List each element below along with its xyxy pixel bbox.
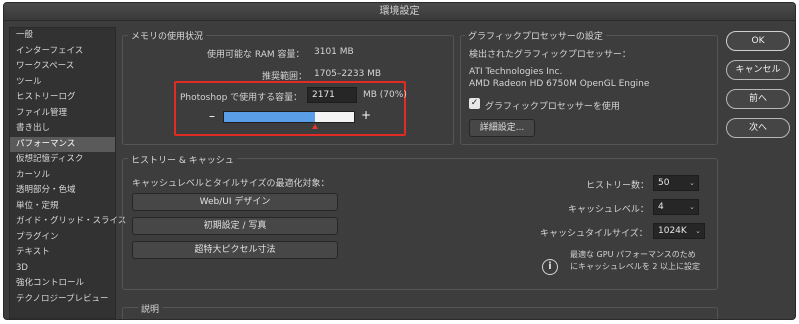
chevron-down-icon: ⌄ xyxy=(689,203,695,211)
cache-tile-size-label: キャッシュタイルサイズ： xyxy=(540,229,648,239)
sidebar-item[interactable]: ツール xyxy=(10,75,115,91)
sidebar-item[interactable]: ガイド・グリッド・スライス xyxy=(10,214,126,230)
memory-use-unit: MB (70%) xyxy=(363,90,407,100)
checkmark-icon[interactable]: ✓ xyxy=(469,98,480,109)
sidebar-item[interactable]: ヒストリーログ xyxy=(10,90,115,106)
gpu-info-line-1: 最適な GPU パフォーマンスのため xyxy=(570,250,696,259)
description-title: 説明 xyxy=(138,302,163,315)
history-states-value: 50 xyxy=(658,178,670,188)
prev-button[interactable]: 前へ xyxy=(726,89,790,109)
gpu-settings-title: グラフィックプロセッサーの設定 xyxy=(465,29,606,42)
memory-slider-handle[interactable] xyxy=(312,124,318,129)
memory-slider-fill xyxy=(224,112,315,122)
photoshop-use-label: Photoshop で使用する容量： xyxy=(180,93,303,103)
sidebar-item[interactable]: インターフェイス xyxy=(10,44,115,60)
memory-use-input[interactable]: 2171 xyxy=(307,87,357,103)
available-ram-value: 3101 MB xyxy=(314,47,354,57)
sidebar-item[interactable]: ワークスペース xyxy=(10,59,115,75)
available-ram-label: 使用可能な RAM 容量： xyxy=(207,50,305,60)
memory-usage-title: メモリの使用状況 xyxy=(128,29,207,42)
sidebar-item[interactable]: 3D xyxy=(10,261,115,277)
ideal-range-value: 1705–2233 MB xyxy=(314,69,382,79)
description-group xyxy=(122,307,718,319)
gpu-detected-label: 検出されたグラフィックプロセッサー： xyxy=(469,50,631,60)
cache-tile-size-select[interactable]: 1024K ⌄ xyxy=(653,223,705,239)
chevron-down-icon: ⌄ xyxy=(695,227,701,235)
next-button[interactable]: 次へ xyxy=(726,118,790,138)
sidebar-item[interactable]: テクノロジープレビュー xyxy=(10,292,115,308)
window-title: 環境設定 xyxy=(4,3,795,21)
cache-levels-value: 4 xyxy=(658,202,664,212)
web-ui-design-button[interactable]: Web/UI デザイン xyxy=(132,193,338,211)
sidebar-item[interactable]: パフォーマンス xyxy=(10,136,115,152)
sidebar-item[interactable]: 単位・定規 xyxy=(10,199,115,215)
sidebar-item[interactable]: プラグイン xyxy=(10,230,115,246)
history-states-select[interactable]: 50 ⌄ xyxy=(653,175,699,191)
sidebar-item[interactable]: 仮想記憶ディスク xyxy=(10,152,115,168)
memory-plus-button[interactable]: + xyxy=(361,108,371,122)
sidebar-item[interactable]: 書き出し xyxy=(10,121,115,137)
ok-button[interactable]: OK xyxy=(726,31,790,51)
cache-levels-select[interactable]: 4 ⌄ xyxy=(653,199,699,215)
info-icon: i xyxy=(542,259,558,275)
default-photos-button[interactable]: 初期設定 / 写真 xyxy=(132,217,338,235)
cache-tile-size-value: 1024K xyxy=(658,226,687,236)
sidebar: 一般 インターフェイス ワークスペース ツール ヒストリーログ ファイル管理 書き出し パフォ… xyxy=(9,27,126,319)
sidebar-item[interactable]: 強化コントロール xyxy=(10,276,115,292)
gpu-info-line-2: にキャッシュレベルを 2 以上に設定 xyxy=(570,262,701,271)
memory-minus-button[interactable]: – xyxy=(209,109,215,123)
sidebar-item[interactable]: テキスト xyxy=(10,245,115,261)
gpu-model: AMD Radeon HD 6750M OpenGL Engine xyxy=(469,79,650,89)
sidebar-item[interactable]: カーソル xyxy=(10,168,115,184)
sidebar-item[interactable]: 一般 xyxy=(10,28,115,44)
history-states-label: ヒストリー数： xyxy=(586,181,650,191)
cancel-button[interactable]: キャンセル xyxy=(726,60,790,80)
use-gpu-label: グラフィックプロセッサーを使用 xyxy=(485,102,620,112)
cache-levels-label: キャッシュレベル： xyxy=(568,205,649,215)
chevron-down-icon: ⌄ xyxy=(689,179,695,187)
sidebar-item[interactable]: ファイル管理 xyxy=(10,106,115,122)
cache-optimize-label: キャッシュレベルとタイルサイズの最適化対象： xyxy=(132,179,330,189)
preferences-window: 環境設定 一般 インターフェイス ワークスペース ツール ヒストリーログ ファイル管理 書き… xyxy=(3,2,796,320)
gpu-vendor: ATI Technologies Inc. xyxy=(469,67,563,77)
memory-slider[interactable] xyxy=(223,111,355,123)
gpu-advanced-button[interactable]: 詳細設定... xyxy=(469,119,535,137)
huge-pixel-dimensions-button[interactable]: 超特大ピクセル寸法 xyxy=(132,241,338,259)
history-cache-title: ヒストリー & キャッシュ xyxy=(128,153,237,166)
sidebar-item[interactable]: 透明部分・色域 xyxy=(10,183,115,199)
